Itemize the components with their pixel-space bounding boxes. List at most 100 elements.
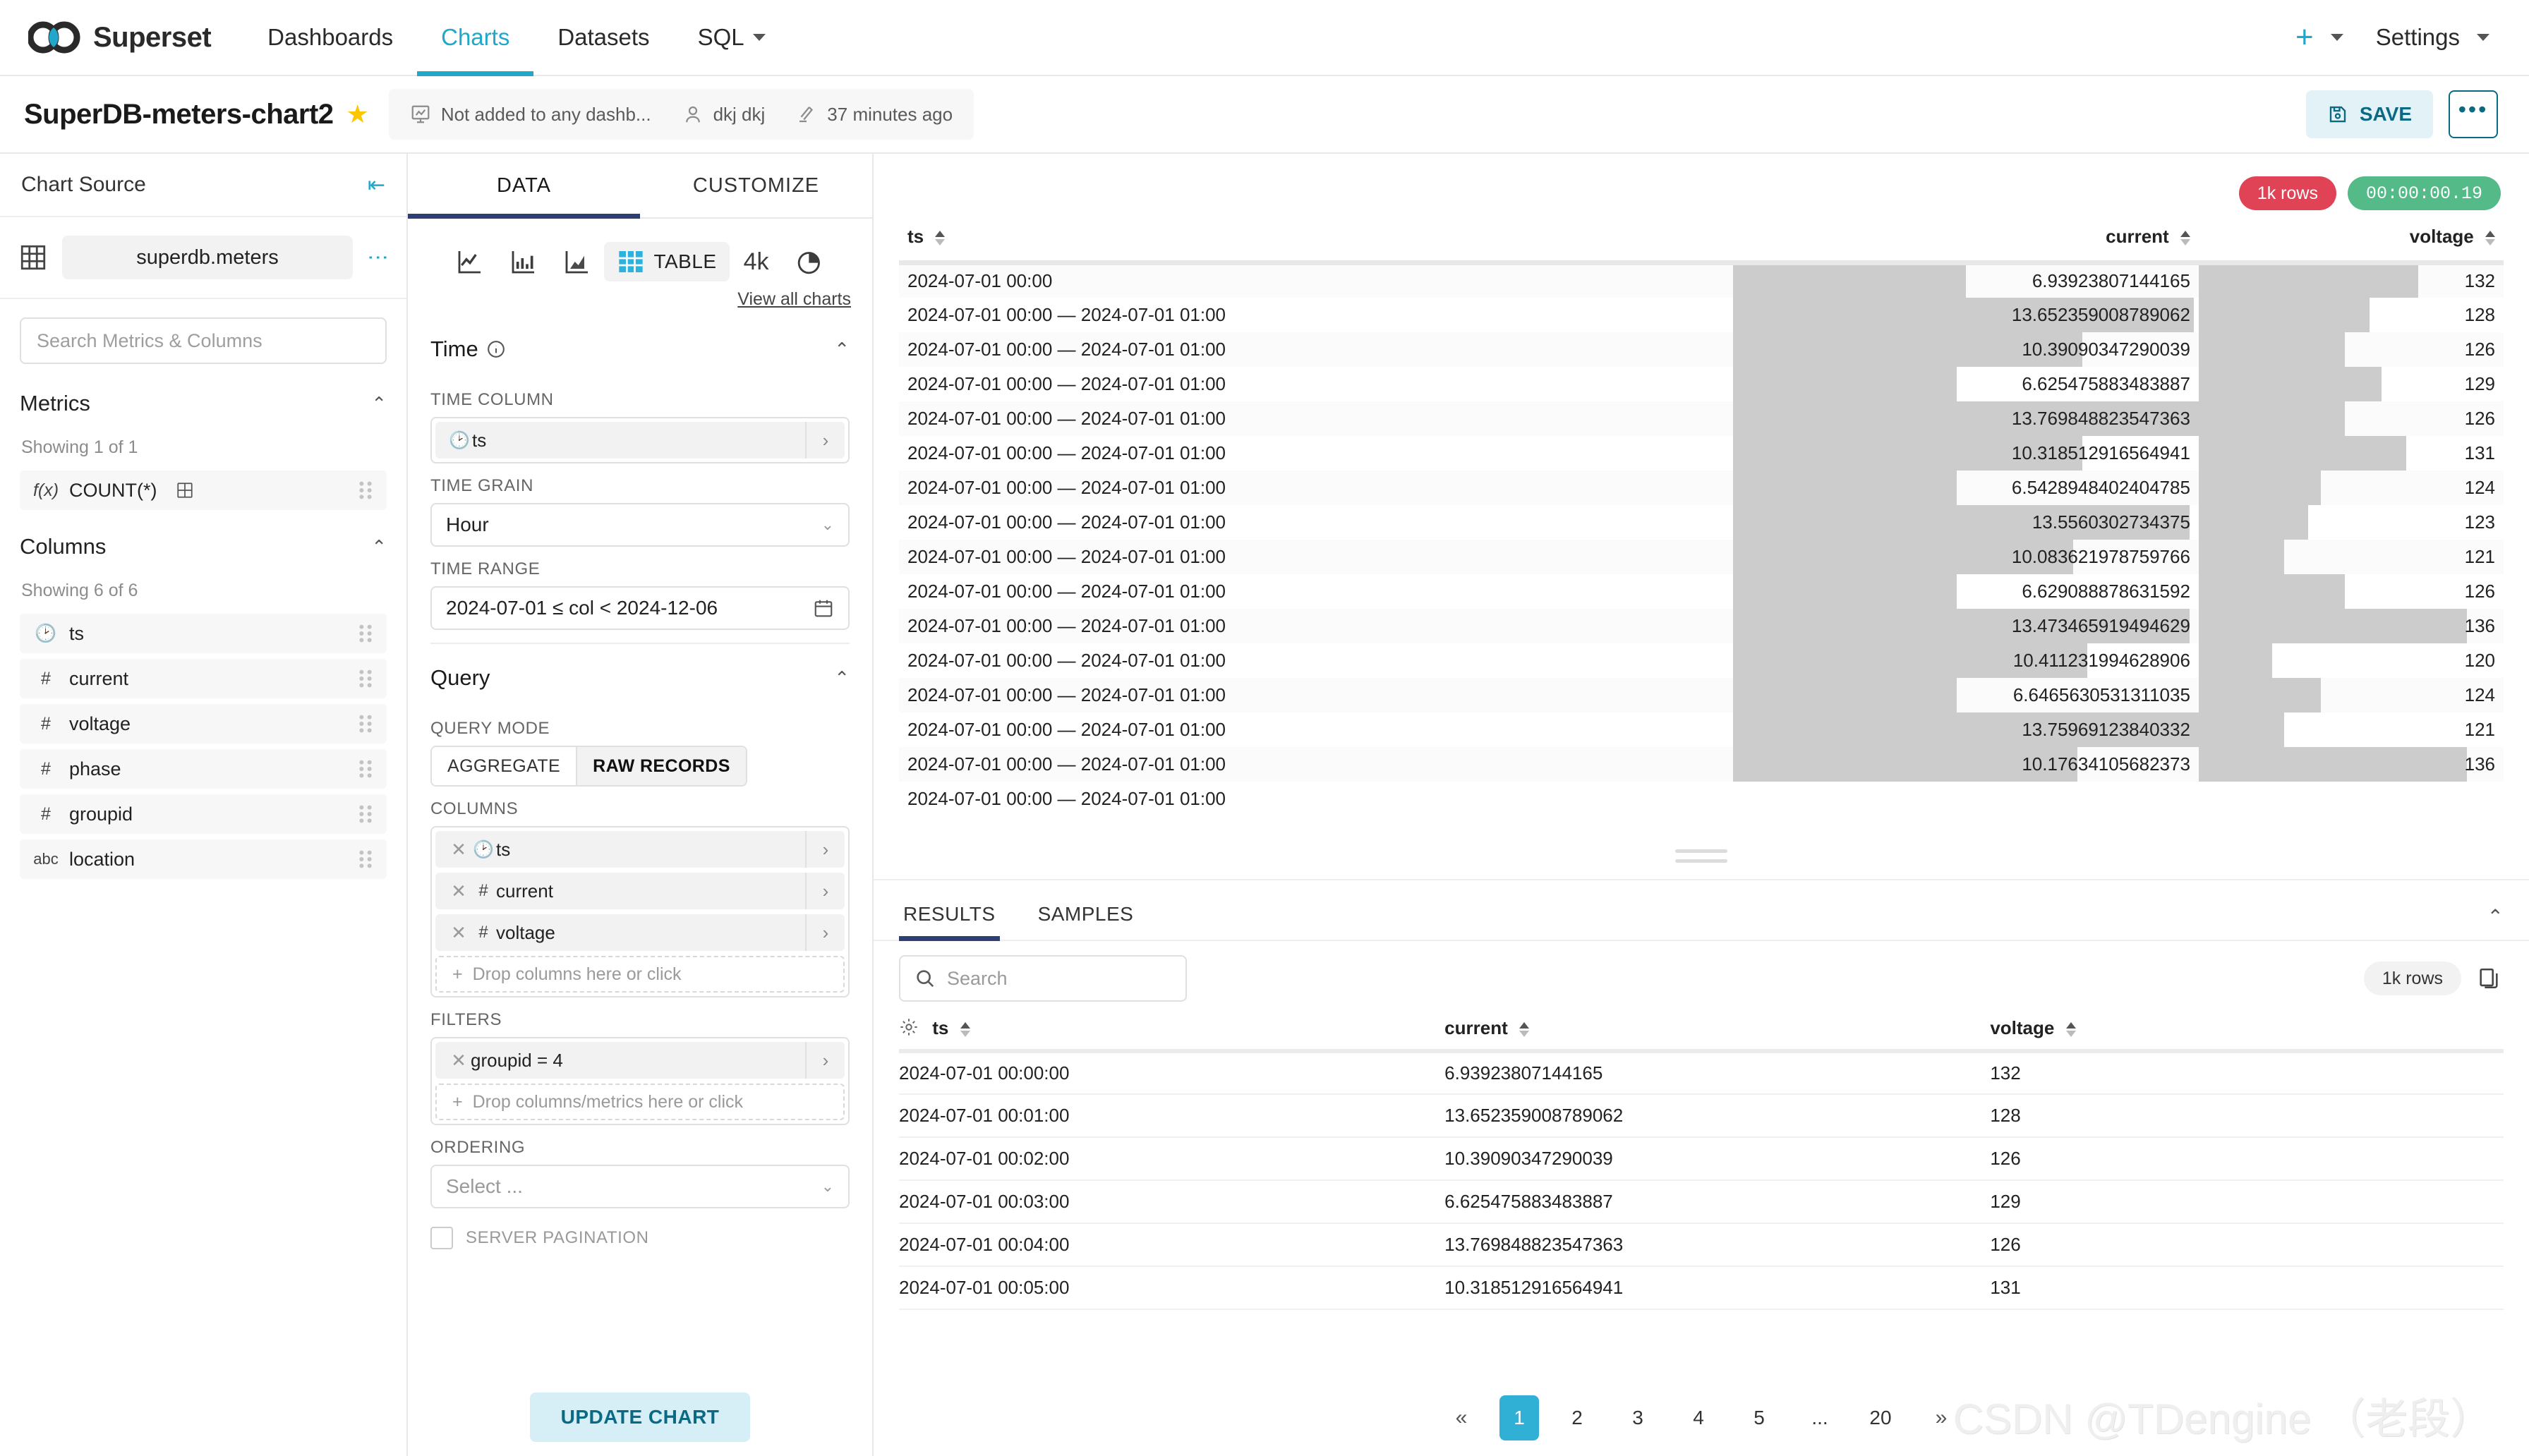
superset-brand[interactable]: Superset [28, 20, 212, 55]
info-icon[interactable] [487, 340, 505, 358]
bar-chart-icon[interactable] [497, 240, 550, 284]
chevron-right-icon[interactable]: › [805, 422, 845, 459]
area-chart-icon[interactable] [550, 240, 604, 284]
column-item-phase[interactable]: # phase [20, 749, 387, 789]
results-col-header-ts[interactable]: ts [899, 1012, 1445, 1053]
chevron-up-icon[interactable]: ⌃ [371, 536, 387, 558]
dashboard-status[interactable]: Not added to any dashb... [410, 104, 651, 126]
view-all-charts-link[interactable]: View all charts [737, 289, 851, 309]
remove-icon[interactable]: ✕ [447, 922, 471, 944]
pagination-page[interactable]: 20 [1858, 1395, 1903, 1440]
results-search-box[interactable] [899, 955, 1187, 1002]
pagination-page[interactable]: 3 [1615, 1395, 1660, 1440]
query-mode-aggregate[interactable]: AGGREGATE [432, 747, 577, 785]
pagination-page[interactable]: 5 [1737, 1395, 1782, 1440]
pagination-page[interactable]: 2 [1555, 1395, 1600, 1440]
panel-resize-handle[interactable] [1675, 849, 1727, 869]
filter-pill-groupid[interactable]: ✕ groupid = 4 › [435, 1042, 845, 1079]
settings-menu-button[interactable]: Settings [2376, 24, 2489, 51]
remove-icon[interactable]: ✕ [447, 1050, 471, 1072]
chevron-right-icon[interactable]: › [805, 1042, 845, 1079]
pagination-arrow[interactable]: « [1439, 1395, 1484, 1440]
remove-icon[interactable]: ✕ [447, 880, 471, 902]
server-pagination-row[interactable]: SERVER PAGINATION [430, 1227, 850, 1249]
ordering-select[interactable]: Select ... ⌄ [430, 1165, 850, 1208]
dataset-menu-icon[interactable]: ⋮ [366, 247, 390, 268]
query-mode-toggle: AGGREGATE RAW RECORDS [430, 746, 747, 787]
chevron-right-icon[interactable]: › [805, 914, 845, 951]
more-options-button[interactable]: ••• [2449, 90, 2498, 138]
drag-handle-icon[interactable] [357, 849, 374, 870]
tab-customize[interactable]: CUSTOMIZE [640, 154, 872, 217]
chevron-up-icon[interactable]: ⌃ [371, 393, 387, 415]
pagination-page[interactable]: ... [1797, 1395, 1842, 1440]
drag-handle-icon[interactable] [357, 803, 374, 825]
pagination-arrow[interactable]: » [1919, 1395, 1964, 1440]
drag-handle-icon[interactable] [357, 668, 374, 689]
dataset-name[interactable]: superdb.meters [62, 236, 353, 279]
gear-icon[interactable] [899, 1017, 919, 1037]
favorite-star-icon[interactable]: ★ [346, 99, 369, 129]
column-item-groupid[interactable]: # groupid [20, 794, 387, 834]
drag-handle-icon[interactable] [357, 758, 374, 779]
modified-time: 37 minutes ago [827, 103, 953, 125]
tab-data[interactable]: DATA [408, 154, 640, 219]
collapse-sidebar-icon[interactable]: ⇤ [368, 173, 385, 198]
chevron-up-icon[interactable]: ⌃ [834, 667, 850, 689]
column-item-voltage[interactable]: # voltage [20, 704, 387, 744]
viz-col-header-current[interactable]: current [1733, 222, 2199, 265]
server-pagination-checkbox[interactable] [430, 1227, 453, 1249]
new-item-button[interactable]: + [2295, 22, 2343, 53]
column-item-ts[interactable]: 🕑 ts [20, 614, 387, 653]
pagination-page[interactable]: 4 [1676, 1395, 1721, 1440]
time-grain-select[interactable]: Hour ⌄ [430, 503, 850, 547]
update-chart-button[interactable]: UPDATE CHART [529, 1393, 751, 1442]
columns-dropzone[interactable]: + Drop columns here or click [435, 956, 845, 993]
time-range-select[interactable]: 2024-07-01 ≤ col < 2024-12-06 [430, 586, 850, 630]
line-chart-icon[interactable] [443, 240, 497, 284]
remove-icon[interactable]: ✕ [447, 839, 471, 861]
chevron-up-icon[interactable]: ⌃ [834, 339, 850, 360]
nav-link-dashboards[interactable]: Dashboards [243, 0, 417, 75]
query-mode-raw-records[interactable]: RAW RECORDS [576, 747, 746, 785]
chevron-right-icon[interactable]: › [805, 831, 845, 868]
save-button[interactable]: SAVE [2305, 90, 2433, 138]
results-search-input[interactable] [947, 967, 1171, 990]
metric-item-count[interactable]: f(x) COUNT(*) [20, 471, 387, 510]
copy-icon[interactable] [2477, 966, 2501, 990]
query-section-header[interactable]: Query ⌃ [430, 643, 850, 706]
time-section-header[interactable]: Time ⌃ [430, 315, 850, 377]
column-pill-current[interactable]: ✕ # current › [435, 873, 845, 909]
chart-owner[interactable]: dkj dkj [682, 104, 765, 126]
results-col-header-current[interactable]: current [1444, 1012, 1991, 1053]
viz-col-header-voltage[interactable]: voltage [2198, 222, 2504, 265]
viz-type-table-selected[interactable]: TABLE [604, 242, 730, 281]
pie-chart-icon[interactable] [783, 240, 837, 284]
drag-handle-icon[interactable] [357, 713, 374, 734]
viz-col-header-ts[interactable]: ts [899, 222, 1734, 265]
drag-handle-icon[interactable] [357, 623, 374, 644]
last-modified[interactable]: 37 minutes ago [796, 104, 953, 126]
pagination-page[interactable]: 1 [1499, 1395, 1539, 1440]
nav-link-sql[interactable]: SQL [674, 0, 790, 75]
column-item-location[interactable]: abc location [20, 839, 387, 879]
column-pill-voltage[interactable]: ✕ # voltage › [435, 914, 845, 951]
chart-title[interactable]: SuperDB-meters-chart2 [24, 99, 334, 131]
cell-value: 132 [2464, 270, 2495, 292]
chevron-right-icon[interactable]: › [805, 873, 845, 909]
drag-handle-icon[interactable] [357, 480, 374, 501]
column-item-current[interactable]: # current [20, 659, 387, 698]
column-pill-ts[interactable]: ✕ 🕑 ts › [435, 831, 845, 868]
tab-samples[interactable]: SAMPLES [1034, 903, 1138, 940]
collapse-results-icon[interactable]: ⌃ [2487, 905, 2504, 940]
big-number-icon[interactable]: 4k [730, 240, 783, 284]
cell-bar [1733, 470, 1957, 505]
search-metrics-columns-input[interactable] [20, 317, 387, 364]
col-label: voltage [1990, 1017, 2055, 1038]
time-column-pill[interactable]: 🕑 ts › [435, 422, 845, 459]
filters-dropzone[interactable]: + Drop columns/metrics here or click [435, 1084, 845, 1120]
results-col-header-voltage[interactable]: voltage [1990, 1012, 2504, 1053]
tab-results[interactable]: RESULTS [899, 903, 1000, 941]
nav-link-charts[interactable]: Charts [417, 0, 534, 76]
nav-link-datasets[interactable]: Datasets [533, 0, 673, 75]
